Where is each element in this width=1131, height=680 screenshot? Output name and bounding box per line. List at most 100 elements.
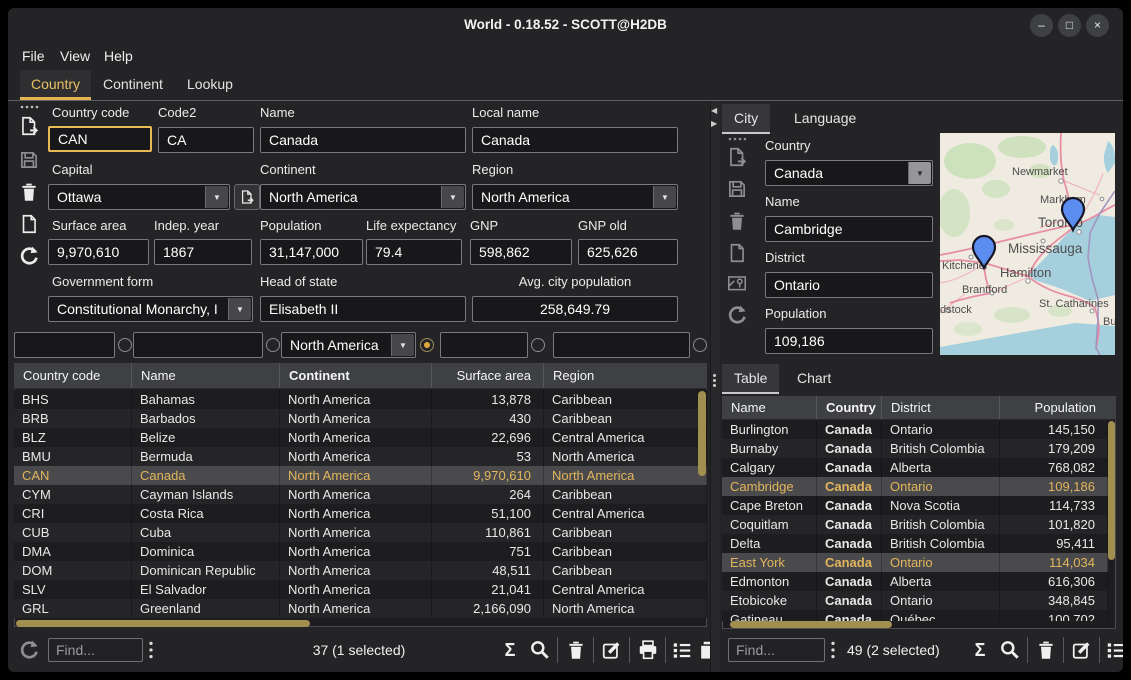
maximize-button[interactable]: □: [1058, 14, 1081, 37]
column-header-sorted[interactable]: Continent: [280, 363, 432, 388]
head-of-state-field[interactable]: Elisabeth II: [260, 296, 466, 322]
column-header[interactable]: Population: [1000, 396, 1108, 419]
table-row[interactable]: BurnabyCanadaBritish Colombia179,209: [722, 439, 1108, 458]
avg-city-population-field[interactable]: 258,649.79: [472, 296, 678, 322]
table-row[interactable]: CYMCayman IslandsNorth America264Caribbe…: [14, 485, 707, 504]
indep-year-field[interactable]: 1867: [154, 239, 252, 265]
filter-toggle-icon-active[interactable]: [420, 338, 434, 352]
table-row[interactable]: CUBCubaNorth America110,861Caribbean: [14, 523, 707, 542]
refresh-icon[interactable]: [18, 639, 40, 661]
column-header[interactable]: Surface area: [432, 363, 544, 388]
copy-icon[interactable]: [18, 213, 40, 235]
delete-icon[interactable]: [1035, 639, 1057, 661]
edit-icon[interactable]: [601, 639, 623, 661]
find-input[interactable]: [48, 638, 143, 662]
city-country-combobox[interactable]: Canada▼: [765, 160, 933, 186]
filter-toggle-icon[interactable]: [531, 338, 545, 352]
search-icon[interactable]: [529, 639, 551, 661]
refresh-icon[interactable]: [726, 304, 748, 326]
list-icon[interactable]: [671, 639, 693, 661]
table-row[interactable]: BurlingtonCanadaOntario145,150: [722, 420, 1108, 439]
titlebar[interactable]: World - 0.18.52 - SCOTT@H2DB – □ ×: [8, 8, 1123, 42]
delete-icon[interactable]: [726, 210, 748, 232]
local-name-field[interactable]: Canada: [472, 127, 678, 153]
column-header[interactable]: District: [882, 396, 1000, 419]
column-header[interactable]: Region: [544, 363, 707, 388]
filter-surface-area-input[interactable]: [440, 332, 528, 358]
column-header[interactable]: Country code: [14, 363, 132, 388]
filter-country-code-input[interactable]: [14, 332, 115, 358]
menu-help[interactable]: Help: [100, 44, 137, 68]
drag-handle-icon[interactable]: [19, 103, 41, 111]
delete-icon[interactable]: [18, 181, 40, 203]
refresh-icon[interactable]: [18, 245, 40, 267]
kebab-menu-icon[interactable]: [829, 639, 837, 661]
country-code-field[interactable]: CAN: [48, 126, 152, 152]
expand-right-icon[interactable]: ▶: [711, 119, 717, 129]
table-row[interactable]: BMUBermudaNorth America53North America: [14, 447, 707, 466]
table-row[interactable]: BRBBarbadosNorth America430Caribbean: [14, 409, 707, 428]
column-header-sorted[interactable]: Country: [817, 396, 882, 419]
table-row[interactable]: SLVEl SalvadorNorth America21,041Central…: [14, 580, 707, 599]
new-record-icon[interactable]: [18, 115, 40, 137]
close-button[interactable]: ×: [1086, 14, 1109, 37]
country-table-header[interactable]: Country code Name Continent Surface area…: [14, 363, 707, 389]
table-row[interactable]: DMADominicaNorth America751Caribbean: [14, 542, 707, 561]
sum-icon[interactable]: Σ: [499, 639, 521, 661]
chevron-down-icon[interactable]: ▼: [391, 334, 414, 356]
tab-language[interactable]: Language: [782, 104, 868, 134]
tab-table[interactable]: Table: [722, 364, 779, 394]
map[interactable]: Newmarket Markham Toronto Mississauga Ki…: [940, 133, 1115, 355]
name-field[interactable]: Canada: [260, 127, 466, 153]
chevron-down-icon[interactable]: ▼: [228, 298, 251, 320]
table-row[interactable]: CambridgeCanadaOntario109,186: [722, 477, 1108, 496]
find-input[interactable]: [728, 638, 825, 662]
vertical-scrollbar[interactable]: [698, 391, 706, 476]
copy-icon[interactable]: [726, 242, 748, 264]
surface-area-field[interactable]: 9,970,610: [48, 239, 149, 265]
edit-icon[interactable]: [1071, 639, 1093, 661]
region-combobox[interactable]: North America▼: [472, 184, 678, 210]
list-icon[interactable]: [1105, 639, 1123, 661]
table-row[interactable]: DOMDominican RepublicNorth America48,511…: [14, 561, 707, 580]
life-expectancy-field[interactable]: 79.4: [366, 239, 462, 265]
tab-continent[interactable]: Continent: [92, 70, 174, 100]
table-row[interactable]: Cape BretonCanadaNova Scotia114,733: [722, 496, 1108, 515]
tab-city[interactable]: City: [722, 104, 770, 134]
filter-toggle-icon[interactable]: [266, 338, 280, 352]
map-icon[interactable]: [726, 272, 748, 294]
capital-combobox[interactable]: Ottawa▼: [48, 184, 230, 210]
sum-icon[interactable]: Σ: [969, 639, 991, 661]
filter-name-input[interactable]: [133, 332, 263, 358]
column-header[interactable]: Name: [132, 363, 280, 388]
tab-lookup[interactable]: Lookup: [176, 70, 244, 100]
city-population-field[interactable]: 109,186: [765, 328, 933, 354]
horizontal-scrollbar[interactable]: [730, 621, 892, 628]
splitter-handle-icon[interactable]: [713, 372, 717, 389]
table-row[interactable]: CoquitlamCanadaBritish Colombia101,820: [722, 515, 1108, 534]
table-row[interactable]: CRICosta RicaNorth America51,100Central …: [14, 504, 707, 523]
table-row[interactable]: BLZBelizeNorth America22,696Central Amer…: [14, 428, 707, 447]
save-icon[interactable]: [18, 149, 40, 171]
chevron-down-icon[interactable]: ▼: [441, 186, 464, 208]
government-form-combobox[interactable]: Constitutional Monarchy, I▼: [48, 296, 253, 322]
table-row[interactable]: EdmontonCanadaAlberta616,306: [722, 572, 1108, 591]
table-row[interactable]: GRLGreenlandNorth America2,166,090North …: [14, 599, 707, 618]
kebab-menu-icon[interactable]: [147, 639, 155, 661]
minimize-button[interactable]: –: [1030, 14, 1053, 37]
vertical-scrollbar[interactable]: [1108, 421, 1115, 560]
collapse-left-icon[interactable]: ◀: [711, 106, 717, 116]
gnp-old-field[interactable]: 625,626: [578, 239, 678, 265]
table-row[interactable]: EtobicokeCanadaOntario348,845: [722, 591, 1108, 610]
delete-icon[interactable]: [565, 639, 587, 661]
chevron-down-icon[interactable]: ▼: [653, 186, 676, 208]
filter-toggle-icon[interactable]: [693, 338, 707, 352]
gnp-field[interactable]: 598,862: [470, 239, 572, 265]
filter-continent-combobox[interactable]: North America▼: [281, 332, 416, 358]
table-row[interactable]: GatineauCanadaQuébec100,702: [722, 610, 1108, 621]
code2-field[interactable]: CA: [158, 127, 254, 153]
new-record-icon[interactable]: [726, 146, 748, 168]
city-name-field[interactable]: Cambridge: [765, 216, 933, 242]
menu-file[interactable]: File: [18, 44, 49, 68]
table-row[interactable]: CalgaryCanadaAlberta768,082: [722, 458, 1108, 477]
